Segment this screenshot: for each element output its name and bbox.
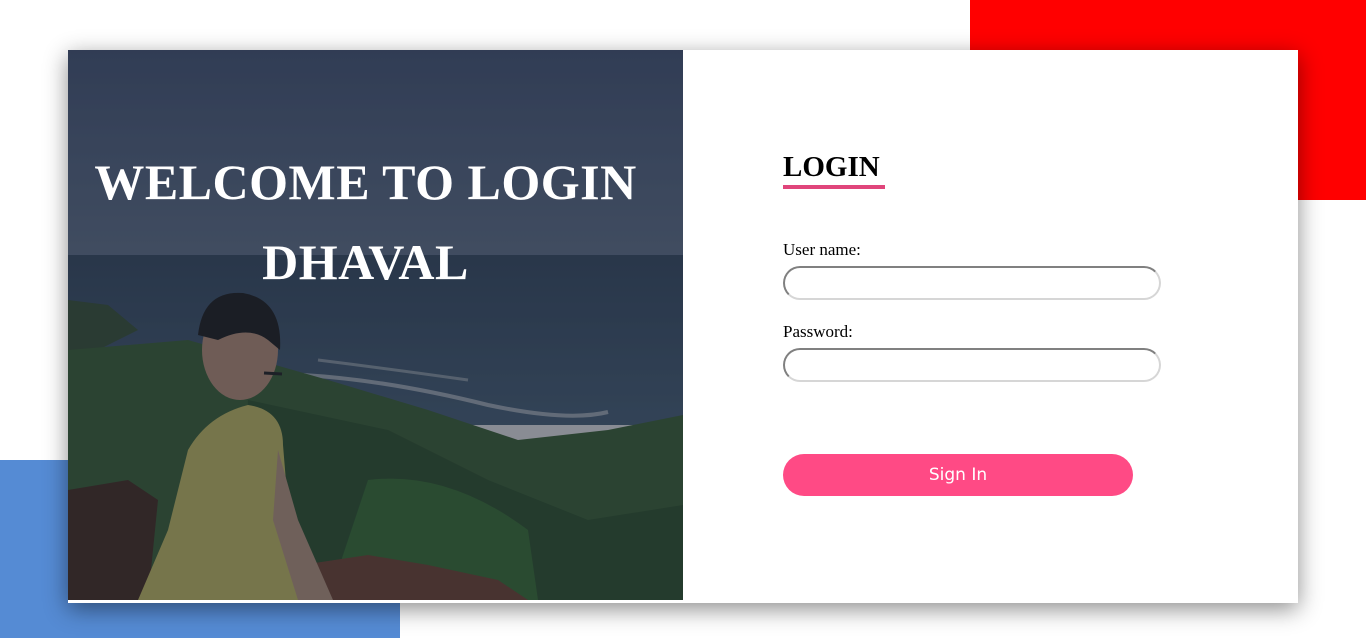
login-heading: LOGIN	[783, 151, 880, 183]
login-form-panel: LOGIN User name: Password: Sign In	[683, 50, 1298, 603]
login-heading-underline	[783, 185, 885, 189]
password-input[interactable]	[783, 348, 1161, 382]
login-card: WELCOME TO LOGIN DHAVAL LOGIN User name:…	[68, 50, 1298, 603]
username-label: User name:	[783, 240, 861, 259]
welcome-title: WELCOME TO LOGIN DHAVAL	[94, 153, 637, 290]
password-label: Password:	[783, 322, 853, 341]
username-input[interactable]	[783, 266, 1161, 300]
sign-in-button[interactable]: Sign In	[783, 454, 1133, 496]
hero-overlay	[68, 50, 683, 600]
hero-photo-panel: WELCOME TO LOGIN DHAVAL	[68, 50, 683, 600]
